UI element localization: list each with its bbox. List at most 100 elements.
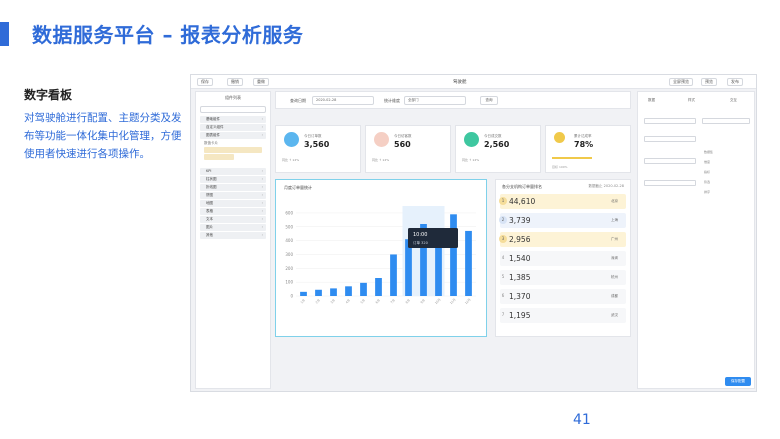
fullscreen-preview-button[interactable]: 全屏预览: [669, 78, 693, 86]
kpi-label: 今日访客数: [394, 134, 412, 138]
ranking-row: 6 1,370 成都: [500, 289, 626, 304]
sidebar-item[interactable]: 图表组件: [200, 132, 266, 139]
kpi-label: 今日成交数: [484, 134, 502, 138]
bar-chart-panel[interactable]: 月度订单量统计 0 100 200 300 400 500 600 1月 2月 3月 4月 5月 6月 7…: [275, 179, 487, 337]
save-config-button[interactable]: 保存配置: [725, 377, 751, 386]
sidebar-selected-item[interactable]: [204, 154, 234, 160]
tab-data[interactable]: 数据: [648, 98, 655, 103]
property-field[interactable]: [644, 158, 696, 164]
x-tick-label: 8月: [405, 298, 411, 304]
query-button[interactable]: 查询: [480, 96, 498, 105]
x-tick-label: 12月: [464, 297, 472, 305]
x-tick-label: 7月: [390, 298, 396, 304]
y-tick-label: 100: [285, 280, 293, 285]
kpi-value: 78%: [574, 140, 594, 149]
properties-panel: 数据 样式 交互 数据集 维度 指标 筛选 排序 保存配置: [637, 91, 755, 389]
rank-badge: 2: [499, 216, 507, 224]
component-sidebar: 组件列表 基础组件 自定义组件 图表组件 数值卡片 KPI 柱状图 折线图 饼图…: [195, 91, 271, 389]
kpi-progress-bar: [552, 157, 592, 159]
x-tick-label: 2月: [315, 298, 321, 304]
x-tick-label: 3月: [330, 298, 336, 304]
sidebar-selected-item[interactable]: [204, 147, 262, 153]
redo-button[interactable]: 重做: [253, 78, 269, 86]
rank-value: 1,385: [509, 273, 531, 282]
kpi-card: 今日成交数 2,560 同比 ↑ 12%: [455, 125, 541, 173]
y-tick-label: 0: [290, 294, 293, 299]
rank-tag: 杭州: [611, 275, 618, 279]
kpi-sub: 同比 ↑ 12%: [282, 158, 300, 162]
rank-tag: 深圳: [611, 256, 618, 260]
rank-value: 2,956: [509, 235, 531, 244]
kpi-label: 今日订单数: [304, 134, 322, 138]
rank-badge: 1: [499, 197, 507, 205]
properties-tabs: 数据 样式 交互: [638, 98, 754, 106]
property-field[interactable]: [644, 136, 696, 142]
bar: [360, 282, 367, 296]
property-field[interactable]: [644, 118, 696, 124]
sidebar-search-input[interactable]: [200, 106, 266, 113]
bar: [315, 289, 322, 296]
rank-value: 1,540: [509, 254, 531, 263]
tooltip-title: 10:00: [413, 232, 427, 238]
sidebar-sub-item[interactable]: 数值卡片: [204, 140, 262, 146]
dimension-filter-select[interactable]: 全部门: [404, 96, 466, 105]
sidebar-item[interactable]: KPI: [200, 168, 266, 175]
ranking-panel: 各分支机构订单量排名 数据截止 2020-02-28 1 44,610 北京 2 3,7…: [495, 179, 631, 337]
x-tick-label: 6月: [375, 298, 381, 304]
publish-button[interactable]: 发布: [727, 78, 743, 86]
kpi-value: 2,560: [484, 140, 510, 149]
sidebar-item[interactable]: 其他: [200, 232, 266, 239]
dashboard-screenshot: 保存 撤销 重做 驾驶舱 全屏预览 预览 发布 组件列表 基础组件 自定义组件 …: [190, 74, 757, 392]
rank-tag: 上海: [611, 218, 618, 222]
undo-button[interactable]: 撤销: [227, 78, 243, 86]
save-button[interactable]: 保存: [197, 78, 213, 86]
sidebar-item[interactable]: 饼图: [200, 192, 266, 199]
deal-icon: [464, 132, 479, 147]
y-tick-label: 500: [285, 224, 293, 229]
sidebar-item[interactable]: 文本: [200, 216, 266, 223]
tooltip-text: 订单 320: [413, 240, 428, 245]
property-item[interactable]: 筛选: [704, 180, 710, 184]
rank-value: 44,610: [509, 197, 536, 206]
bar: [465, 230, 472, 296]
preview-button[interactable]: 预览: [701, 78, 717, 86]
sidebar-item[interactable]: 柱状图: [200, 176, 266, 183]
rank-badge: 5: [501, 274, 505, 279]
property-item[interactable]: 数据集: [704, 150, 713, 154]
editor-toolbar: 保存 撤销 重做 驾驶舱 全屏预览 预览 发布: [191, 75, 756, 89]
sidebar-item[interactable]: 自定义组件: [200, 124, 266, 131]
ranking-row: 5 1,385 杭州: [500, 270, 626, 285]
x-tick-label: 9月: [420, 298, 426, 304]
title-accent-bar: [0, 22, 9, 46]
sidebar-item[interactable]: 地图: [200, 200, 266, 207]
tab-interaction[interactable]: 交互: [730, 98, 737, 103]
kpi-value: 560: [394, 140, 411, 149]
x-tick-label: 10月: [434, 297, 442, 305]
property-item[interactable]: 指标: [704, 170, 710, 174]
dashboard-canvas: 查询日期 2020-02-28 统计维度 全部门 查询 今日订单数 3,560 …: [275, 91, 631, 389]
property-field[interactable]: [644, 180, 696, 186]
sidebar-item[interactable]: 折线图: [200, 184, 266, 191]
sidebar-item[interactable]: 图片: [200, 224, 266, 231]
target-icon: [554, 132, 565, 143]
date-filter-label: 查询日期: [290, 98, 306, 103]
kpi-label: 累计达成率: [574, 134, 592, 138]
user-icon: [374, 132, 389, 147]
property-field[interactable]: [702, 118, 750, 124]
sidebar-title: 组件列表: [225, 95, 241, 100]
property-item[interactable]: 排序: [704, 190, 710, 194]
ranking-row: 2 3,739 上海: [499, 213, 626, 228]
tab-style[interactable]: 样式: [688, 98, 695, 103]
kpi-value: 3,560: [304, 140, 330, 149]
ranking-row: 3 2,956 广州: [499, 232, 626, 247]
bar: [345, 286, 352, 296]
x-tick-label: 4月: [345, 298, 351, 304]
page-title: 数据服务平台 – 报表分析服务: [32, 23, 304, 47]
sidebar-item[interactable]: 表格: [200, 208, 266, 215]
sidebar-item[interactable]: 基础组件: [200, 116, 266, 123]
kpi-sub: 同比 ↑ 12%: [372, 158, 390, 162]
bar-chart: 0 100 200 300 400 500 600 1月 2月 3月 4月 5月 6月 7月 8月 9月 10月…: [285, 206, 476, 305]
property-item[interactable]: 维度: [704, 160, 710, 164]
date-filter-input[interactable]: 2020-02-28: [312, 96, 374, 105]
kpi-sub: 同比 ↑ 12%: [462, 158, 480, 162]
